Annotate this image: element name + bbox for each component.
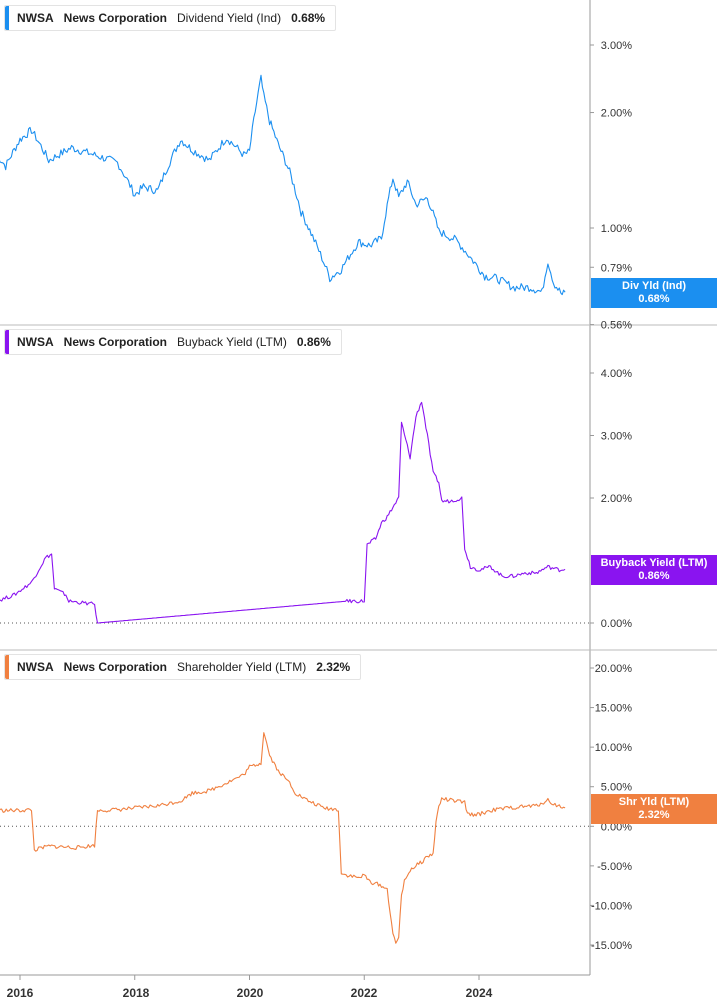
ticker-label: NWSA — [17, 11, 54, 25]
x-tick-label: 2020 — [237, 986, 264, 1000]
metric-value: 0.86% — [296, 335, 331, 349]
y-tick-label: 2.00% — [601, 493, 632, 505]
y-tick-label: 3.00% — [601, 431, 632, 443]
panel-header-dividend[interactable]: NWSA News Corporation Dividend Yield (In… — [4, 5, 337, 31]
panel-header-shareholder[interactable]: NWSA News Corporation Shareholder Yield … — [4, 654, 362, 680]
metric-value: 2.32% — [316, 660, 351, 674]
tag-value: 0.86% — [638, 570, 670, 582]
x-axis: 2016 2018 2020 2022 2024 — [7, 986, 493, 1000]
panel-header-buyback[interactable]: NWSA News Corporation Buyback Yield (LTM… — [4, 329, 342, 355]
y-tick-label: 0.00% — [601, 618, 632, 630]
y-tick-label: 20.00% — [595, 663, 633, 675]
ticker-label: NWSA — [17, 335, 54, 349]
tag-title: Shr Yld (LTM) — [618, 796, 690, 808]
y-tick-label: 3.00% — [601, 40, 632, 52]
series-line-buyback — [0, 401, 566, 624]
legend-swatch — [5, 330, 9, 354]
y-tick-label: 0.79% — [601, 262, 632, 274]
series-line-shareholder — [0, 732, 566, 944]
ticker-label: NWSA — [17, 660, 54, 674]
y-tick-label: -5.00% — [597, 861, 632, 873]
tag-value: 2.32% — [638, 809, 670, 821]
metric-label: Buyback Yield (LTM) — [177, 335, 287, 349]
metric-value: 0.68% — [291, 11, 326, 25]
company-label: News Corporation — [63, 335, 168, 349]
x-tick-label: 2016 — [7, 986, 34, 1000]
y-tick-label: -10.00% — [591, 900, 632, 912]
current-value-tag-buyback: Buyback Yield (LTM) 0.86% — [591, 555, 717, 585]
x-tick-label: 2022 — [351, 986, 378, 1000]
y-tick-label: 1.00% — [601, 223, 632, 235]
series-line-dividend — [0, 74, 566, 296]
x-tick-label: 2024 — [466, 986, 493, 1000]
y-tick-label: 5.00% — [601, 782, 632, 794]
current-value-tag-shareholder: Shr Yld (LTM) 2.32% — [591, 794, 717, 824]
y-tick-label: 0.56% — [601, 320, 632, 332]
company-label: News Corporation — [63, 660, 168, 674]
tag-title: Buyback Yield (LTM) — [600, 557, 708, 569]
y-tick-label: -15.00% — [591, 940, 632, 952]
y-tick-label: 2.00% — [601, 108, 632, 120]
y-tick-label: 15.00% — [595, 703, 633, 715]
legend-swatch — [5, 655, 9, 679]
y-tick-label: 4.00% — [601, 368, 632, 380]
metric-label: Dividend Yield (Ind) — [177, 11, 282, 25]
current-value-tag-dividend: Div Yld (Ind) 0.68% — [591, 278, 717, 308]
series-lines — [0, 74, 566, 944]
company-label: News Corporation — [63, 11, 168, 25]
legend-swatch — [5, 6, 9, 30]
tag-title: Div Yld (Ind) — [622, 280, 686, 292]
x-tick-label: 2018 — [123, 986, 150, 1000]
y-tick-label: 10.00% — [595, 742, 633, 754]
tag-value: 0.68% — [638, 293, 670, 305]
metric-label: Shareholder Yield (LTM) — [177, 660, 307, 674]
chart-canvas: 3.00% 2.00% 1.00% 0.79% 0.56% 4.00% 3.00% 2.00%… — [0, 0, 717, 1000]
